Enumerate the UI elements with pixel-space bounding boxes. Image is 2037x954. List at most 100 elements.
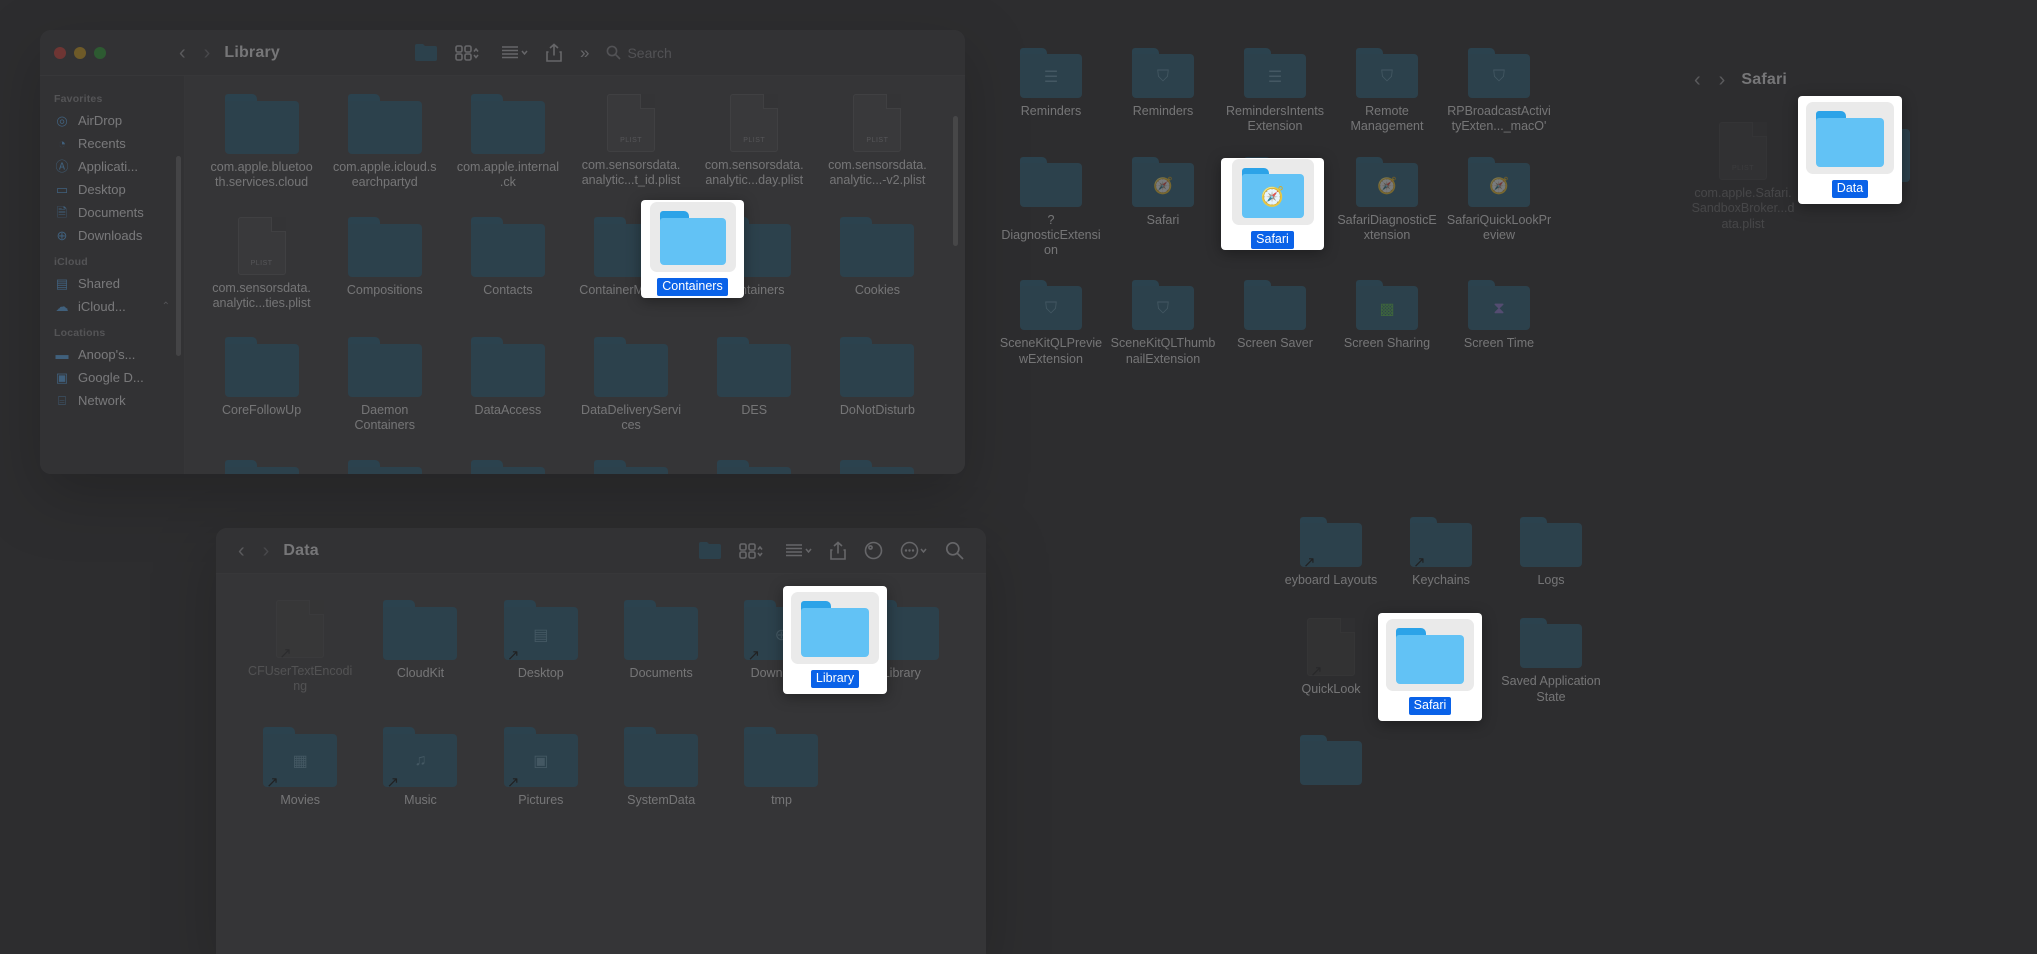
sidebar-item-applications[interactable]: Ⓐ Applicati...	[40, 155, 184, 178]
group-by-icon[interactable]	[739, 542, 767, 560]
file-item[interactable]: PLIST com.sensorsdata.analytic...day.pli…	[693, 94, 816, 191]
file-item[interactable]	[693, 459, 816, 474]
file-item[interactable]: CoreFollowUp	[200, 337, 323, 434]
file-item[interactable]: ↗ CFUserTextEncoding	[240, 600, 360, 695]
highlight-card-safari-containers[interactable]: 🧭 Safari	[1221, 158, 1324, 250]
file-item[interactable]	[569, 459, 692, 474]
sidebar-item-recents[interactable]: ◔ Recents	[40, 132, 184, 155]
minimize-button[interactable]	[74, 46, 86, 59]
file-item[interactable]: ⛉ RPBroadcastActivityExten..._macO'	[1443, 48, 1555, 135]
back-arrow-icon[interactable]: ‹	[238, 541, 245, 561]
file-item[interactable]	[323, 459, 446, 474]
group-by-icon[interactable]	[455, 44, 483, 62]
file-item[interactable]: ▣ ↗ Pictures	[481, 726, 601, 808]
file-item[interactable]: Compositions	[323, 216, 446, 312]
library-content-scrollbar[interactable]	[953, 116, 958, 246]
highlight-card-library[interactable]: Library	[783, 586, 887, 694]
file-item[interactable]	[446, 459, 569, 474]
file-item[interactable]: Contacts	[446, 216, 569, 312]
back-arrow-icon[interactable]: ‹	[1694, 70, 1701, 90]
folder-icon[interactable]	[698, 541, 722, 560]
data-toolbar[interactable]	[698, 540, 964, 561]
file-item[interactable]: ♫ ↗ Music	[360, 726, 480, 808]
tag-icon[interactable]	[864, 541, 883, 560]
file-item[interactable]: Daemon Containers	[323, 337, 446, 434]
navigation-arrows[interactable]: ‹ ›	[1694, 70, 1725, 90]
maximize-button[interactable]	[94, 46, 106, 59]
file-item[interactable]	[816, 459, 939, 474]
sidebar-item-google-drive[interactable]: ▣ Google D...	[40, 366, 184, 389]
file-item[interactable]: com.apple.bluetooth.services.cloud	[200, 94, 323, 191]
file-item[interactable]: com.apple.internal.ck	[446, 94, 569, 191]
file-item[interactable]: DataDeliveryServices	[569, 337, 692, 434]
file-item[interactable]: PLIST com.sensorsdata.analytic...-v2.pli…	[816, 94, 939, 191]
file-item[interactable]: Screen Saver	[1219, 280, 1331, 367]
library-file-grid[interactable]: com.apple.bluetooth.services.cloud com.a…	[200, 94, 939, 474]
file-item[interactable]: Saved Application State	[1496, 618, 1606, 705]
highlight-card-containers[interactable]: Containers	[641, 200, 744, 298]
file-item[interactable]	[200, 459, 323, 474]
file-item[interactable]: ↗ eyboard Layouts	[1276, 517, 1386, 588]
file-item[interactable]: ↗ Keychains	[1386, 517, 1496, 588]
library-sidebar[interactable]: Favorites ◎ AirDrop ◔ Recents Ⓐ Applicat…	[40, 76, 185, 474]
file-item[interactable]: ▦ ↗ Movies	[240, 726, 360, 808]
view-options-icon[interactable]	[500, 44, 528, 62]
data-window-titlebar[interactable]: ‹ › Data	[216, 528, 986, 574]
file-item[interactable]: PLIST com.sensorsdata.analytic...t_id.pl…	[569, 94, 692, 191]
file-item[interactable]	[1276, 734, 1386, 791]
sidebar-item-desktop[interactable]: ▭ Desktop	[40, 178, 184, 201]
file-item[interactable]: ↗ QuickLook	[1276, 618, 1386, 705]
file-item[interactable]: 🧭 Safari	[1107, 156, 1219, 259]
file-item[interactable]: ⛉ Remote Management	[1331, 48, 1443, 135]
file-item[interactable]: ▤ ↗ Desktop	[481, 600, 601, 695]
sidebar-item-documents[interactable]: 🗎 Documents	[40, 201, 184, 224]
share-icon[interactable]	[545, 42, 563, 63]
file-item[interactable]: SystemData	[601, 726, 721, 808]
file-item[interactable]: 🧭 SafariDiagnosticExtension	[1331, 156, 1443, 259]
close-button[interactable]	[54, 46, 66, 59]
file-item[interactable]: ⧗ Screen Time	[1443, 280, 1555, 367]
sidebar-item-icloud[interactable]: ☁ iCloud... ⌃	[40, 295, 184, 318]
file-item[interactable]: DataAccess	[446, 337, 569, 434]
file-item[interactable]: PLIST com.apple.Safari.SandboxBroker...d…	[1678, 122, 1808, 232]
forward-arrow-icon[interactable]: ›	[204, 43, 211, 63]
forward-arrow-icon[interactable]: ›	[1719, 70, 1726, 90]
library-toolbar[interactable]: » Search	[414, 43, 816, 63]
file-item[interactable]: ▩ Screen Sharing	[1331, 280, 1443, 367]
file-item[interactable]: Cookies	[816, 216, 939, 312]
view-options-icon[interactable]	[784, 542, 812, 560]
file-item[interactable]: ☰ RemindersIntents Extension	[1219, 48, 1331, 135]
traffic-light-buttons[interactable]	[54, 46, 106, 59]
file-item[interactable]: Logs	[1496, 517, 1606, 588]
file-item[interactable]: Documents	[601, 600, 721, 695]
file-item[interactable]: PLIST com.sensorsdata.analytic...ties.pl…	[200, 216, 323, 312]
file-item[interactable]: tmp	[721, 726, 841, 808]
sidebar-item-airdrop[interactable]: ◎ AirDrop	[40, 109, 184, 132]
sidebar-item-network[interactable]: ⌸ Network	[40, 389, 184, 412]
file-item[interactable]: ⛉ Reminders	[1107, 48, 1219, 135]
sidebar-scrollbar[interactable]	[176, 156, 181, 356]
sidebar-item-shared[interactable]: ▤ Shared	[40, 272, 184, 295]
file-item[interactable]: 🧭 SafariQuickLookPreview	[1443, 156, 1555, 259]
library-window-titlebar[interactable]: ‹ › Library » Search	[40, 30, 965, 76]
file-item[interactable]: ⛉ SceneKitQLPreviewExtension	[995, 280, 1107, 367]
file-item[interactable]: DoNotDisturb	[816, 337, 939, 434]
file-item[interactable]: DES	[693, 337, 816, 434]
library-finder-window[interactable]: ‹ › Library » Search Favorites ◎ AirDrop…	[40, 30, 965, 474]
navigation-arrows[interactable]: ‹ ›	[238, 541, 269, 561]
folder-icon[interactable]	[414, 43, 438, 62]
sidebar-item-downloads[interactable]: ⊕ Downloads	[40, 224, 184, 247]
navigation-arrows[interactable]: ‹ ›	[179, 43, 210, 63]
file-item[interactable]: ☰ Reminders	[995, 48, 1107, 135]
more-chevron-icon[interactable]: »	[580, 43, 589, 63]
search-input[interactable]: Search	[606, 45, 816, 61]
sidebar-item-anoops-mac[interactable]: ▬ Anoop's...	[40, 343, 184, 366]
file-item[interactable]: com.apple.icloud.searchpartyd	[323, 94, 446, 191]
file-item[interactable]: CloudKit	[360, 600, 480, 695]
file-item[interactable]: ⛉ SceneKitQLThumbnailExtension	[1107, 280, 1219, 367]
file-item[interactable]: ?DiagnosticExtension	[995, 156, 1107, 259]
search-icon[interactable]	[945, 541, 964, 560]
highlight-card-data[interactable]: Data	[1798, 96, 1902, 204]
highlight-card-safari-library[interactable]: Safari	[1378, 613, 1482, 721]
share-icon[interactable]	[829, 540, 847, 561]
